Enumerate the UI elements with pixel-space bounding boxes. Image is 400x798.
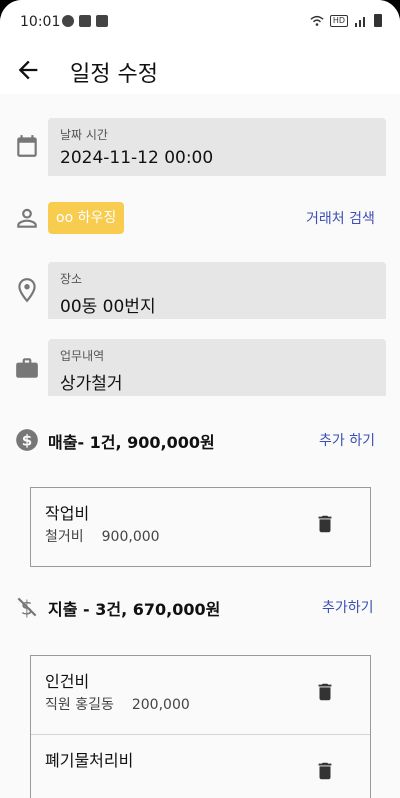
signal-icon bbox=[355, 16, 365, 27]
page-title: 일정 수정 bbox=[70, 62, 158, 87]
item-name: 폐기물처리비 bbox=[45, 751, 134, 770]
location-label: 장소 bbox=[60, 272, 83, 286]
item-name: 작업비 bbox=[45, 504, 90, 523]
delete-icon[interactable] bbox=[314, 512, 336, 536]
status-system-icons: HD bbox=[310, 14, 382, 27]
list-item[interactable]: 작업비 철거비 900,000 bbox=[31, 488, 370, 566]
hd-icon: HD bbox=[329, 14, 348, 27]
status-time: 10:01 bbox=[20, 14, 61, 30]
delete-icon[interactable] bbox=[314, 759, 336, 783]
item-detail: 철거비 900,000 bbox=[45, 526, 160, 546]
svg-text:$: $ bbox=[22, 431, 33, 449]
client-chip[interactable]: oo 하우징 bbox=[48, 202, 125, 234]
expense-add-link[interactable]: 추가하기 bbox=[322, 597, 374, 617]
item-category: 철거비 bbox=[45, 529, 84, 545]
list-item[interactable]: 폐기물처리비 bbox=[31, 734, 370, 798]
briefcase-icon bbox=[16, 358, 38, 378]
item-name: 인건비 bbox=[45, 672, 90, 691]
list-item[interactable]: 인건비 직원 홍길동 200,000 bbox=[31, 656, 370, 734]
item-amount: 200,000 bbox=[131, 697, 190, 713]
work-value: 상가철거 bbox=[60, 374, 123, 394]
sales-title: 매출- 1건, 900,000원 bbox=[48, 433, 215, 452]
person-icon bbox=[17, 208, 37, 228]
item-category: 직원 홍길동 bbox=[45, 697, 114, 713]
work-field[interactable]: 업무내역 상가철거 bbox=[48, 339, 386, 396]
sales-card: 작업비 철거비 900,000 bbox=[30, 487, 371, 567]
datetime-field[interactable]: 날짜 시간 2024-11-12 00:00 bbox=[48, 118, 386, 176]
location-field[interactable]: 장소 00동 00번지 bbox=[48, 262, 386, 319]
expense-title: 지출 - 3건, 670,000원 bbox=[48, 600, 221, 619]
sms-icon bbox=[62, 15, 74, 27]
status-bar: 10:01 HD bbox=[0, 0, 400, 46]
wifi-icon bbox=[310, 15, 324, 26]
client-search-link[interactable]: 거래처 검색 bbox=[306, 208, 375, 228]
item-amount: 900,000 bbox=[101, 529, 160, 545]
gallery-icon bbox=[96, 15, 108, 27]
back-arrow-icon[interactable] bbox=[14, 56, 42, 84]
screen: 10:01 HD 일정 수정 날짜 시간 2024-11-12 00:00 oo… bbox=[0, 0, 400, 798]
app-bar: 일정 수정 bbox=[0, 46, 400, 94]
dollar-circle-icon: $ bbox=[16, 429, 38, 451]
expense-card: 인건비 직원 홍길동 200,000 폐기물처리비 bbox=[30, 655, 371, 798]
datetime-label: 날짜 시간 bbox=[60, 128, 108, 142]
datetime-value: 2024-11-12 00:00 bbox=[60, 148, 214, 168]
status-notification-icons bbox=[62, 15, 108, 27]
item-detail: 직원 홍길동 200,000 bbox=[45, 694, 190, 714]
money-off-icon: $ bbox=[17, 597, 37, 620]
calendar-icon bbox=[17, 135, 37, 157]
work-label: 업무내역 bbox=[60, 349, 105, 363]
battery-icon bbox=[374, 14, 382, 27]
instagram-icon bbox=[79, 15, 91, 27]
sales-add-link[interactable]: 추가 하기 bbox=[319, 430, 375, 450]
location-value: 00동 00번지 bbox=[60, 297, 156, 317]
form-content: 날짜 시간 2024-11-12 00:00 oo 하우징 거래처 검색 장소 … bbox=[0, 94, 400, 798]
location-pin-icon bbox=[18, 278, 36, 303]
delete-icon[interactable] bbox=[314, 680, 336, 704]
